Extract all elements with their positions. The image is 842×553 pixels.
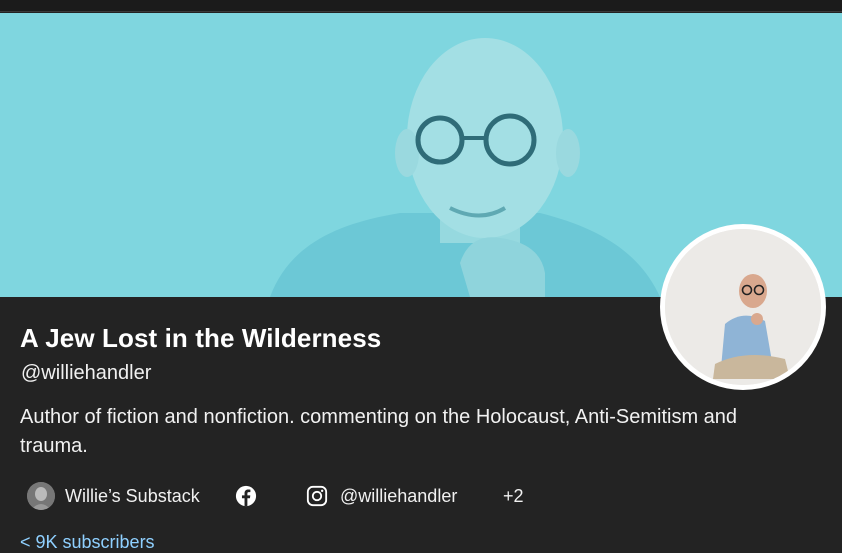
subscriber-count-link[interactable]: < 9K subscribers	[20, 532, 155, 553]
profile-avatar[interactable]	[660, 224, 826, 390]
facebook-link[interactable]	[235, 478, 257, 514]
more-links-button[interactable]: +2	[503, 478, 524, 514]
profile-handle: @williehandler	[21, 362, 152, 384]
avatar-photo	[665, 229, 821, 385]
profile-bio: Author of fiction and nonfiction. commen…	[20, 406, 738, 457]
facebook-icon	[235, 485, 257, 507]
publication-title: A Jew Lost in the Wilderness	[20, 323, 382, 353]
substack-link-label: Willie’s Substack	[65, 485, 200, 506]
instagram-link[interactable]: @williehandler	[306, 478, 457, 514]
substack-link[interactable]: Willie’s Substack	[27, 478, 200, 514]
instagram-icon	[306, 485, 328, 507]
profile-links: Willie’s Substack @williehandler +2	[0, 478, 842, 514]
substack-avatar	[27, 482, 55, 510]
instagram-link-label: @williehandler	[340, 485, 458, 506]
top-bar	[0, 0, 842, 12]
